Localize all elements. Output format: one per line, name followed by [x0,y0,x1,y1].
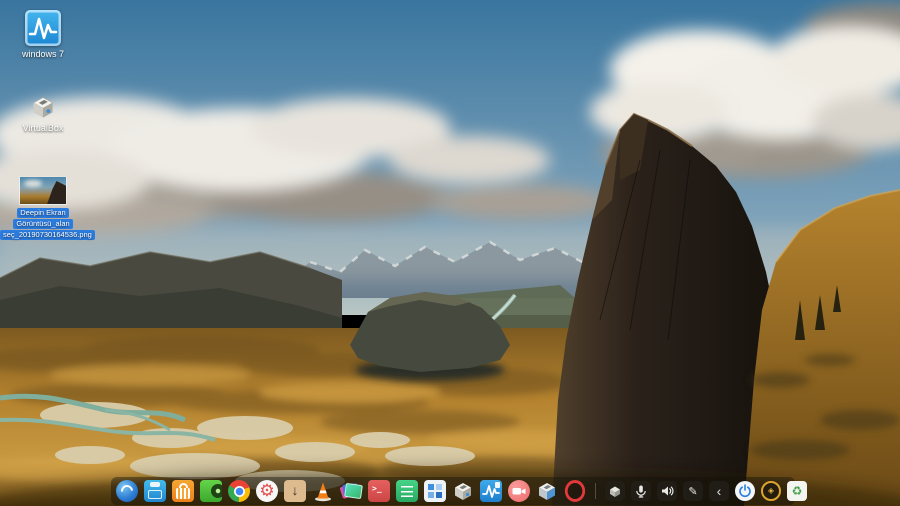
filename-line-1: Deepin Ekran [17,208,69,218]
control-center-icon[interactable]: ⚙ [256,480,278,502]
desktop-icon-virtualbox[interactable]: VirtualBox [0,94,86,133]
pen-glyph: ✎ [688,485,698,498]
tray-app-icon[interactable] [605,481,625,501]
desktop-icon-label: windows 7 [21,49,65,59]
dock: ⚙ ↓ >_ ✎ ‹ ◈ ♻ [111,477,807,505]
chevron-left-glyph: ‹ [716,483,722,499]
file-manager-icon[interactable] [144,480,166,502]
prompt-glyph: >_ [372,484,382,493]
text-editor-icon[interactable] [396,480,418,502]
dock-separator [595,483,596,499]
desktop: windows 7 VirtualBox Deepin Ekran Görünt… [0,0,900,506]
power-button[interactable] [735,481,755,501]
indicator-glyph: ◈ [767,486,775,495]
terminal-icon[interactable]: >_ [368,480,390,502]
desktop-icon-windows7-vm[interactable]: windows 7 [0,10,86,59]
chrome-icon[interactable] [228,480,250,502]
filename-line-3: seç_20190730164536.png [0,230,95,240]
package-installer-icon[interactable]: ↓ [284,480,306,502]
vm-pulse-icon [25,10,61,46]
desktop-icon-screenshot-file[interactable]: Deepin Ekran Görüntüsü_alan seç_20190730… [0,176,95,240]
down-arrow-icon: ↓ [291,482,299,498]
boot-maker-icon[interactable] [536,480,558,502]
system-monitor-icon[interactable] [480,480,502,502]
app-store-icon[interactable] [172,480,194,502]
photo-layer [344,482,363,500]
microphone-icon[interactable] [631,481,651,501]
image-thumbnail [19,176,67,205]
virtualbox-icon[interactable] [452,480,474,502]
tray-collapse-chevron-icon[interactable]: ‹ [709,481,729,501]
wallpaper-image [0,0,900,506]
volume-icon[interactable] [657,481,677,501]
keyboard-indicator-icon[interactable]: ◈ [761,481,781,501]
filename-label: Deepin Ekran Görüntüsü_alan seç_20190730… [0,207,95,240]
image-viewer-icon[interactable] [339,480,363,502]
screen-recorder-icon[interactable] [508,480,530,502]
trash-icon[interactable]: ♻ [787,481,807,501]
launcher-icon[interactable] [116,480,138,502]
calculator-icon[interactable] [424,480,446,502]
vlc-icon[interactable] [312,480,334,502]
3d-box-icon [29,94,57,120]
gear-icon: ⚙ [259,481,275,500]
pen-input-icon[interactable]: ✎ [683,481,703,501]
music-app-icon[interactable] [200,480,222,502]
opera-icon[interactable] [564,480,586,502]
recycle-glyph: ♻ [791,484,803,498]
filename-line-2: Görüntüsü_alan [13,219,73,229]
desktop-icon-label: VirtualBox [22,123,64,133]
